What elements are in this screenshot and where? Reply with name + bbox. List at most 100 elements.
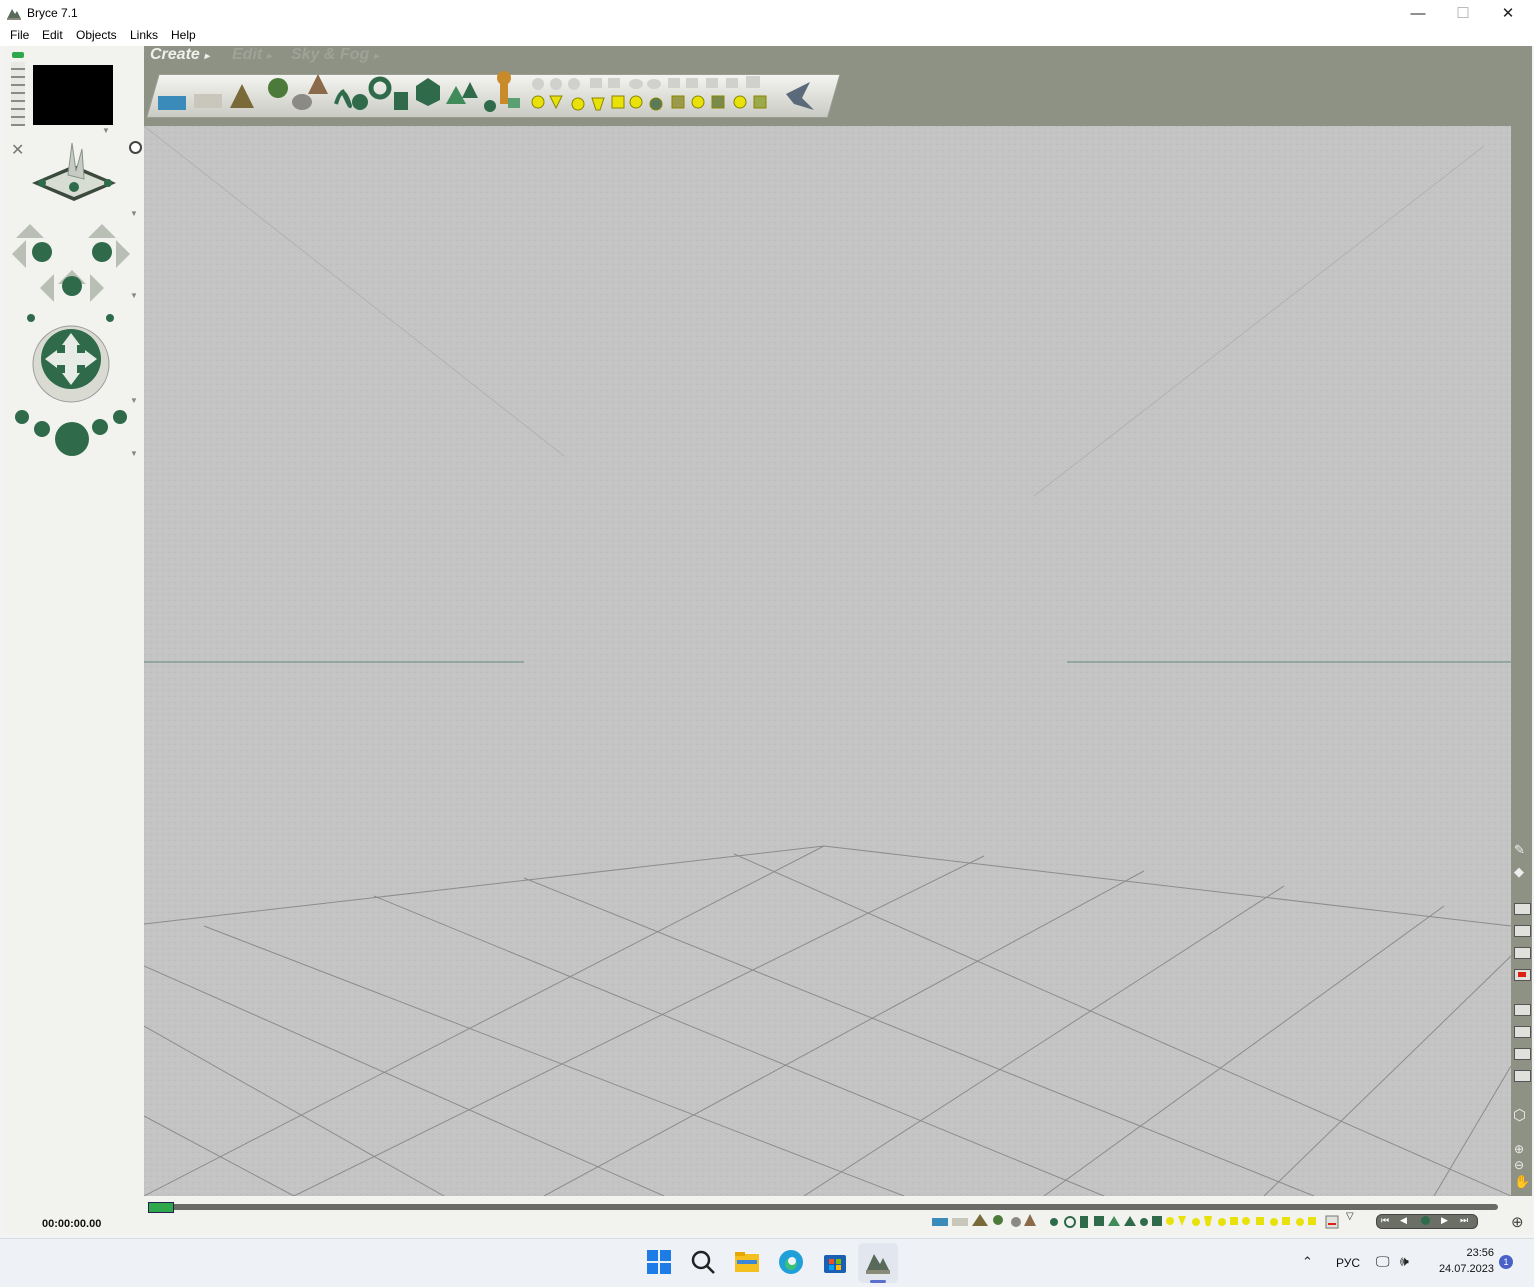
eraser-icon[interactable]: ◆ (1514, 864, 1524, 880)
language-indicator[interactable]: РУС (1336, 1256, 1360, 1270)
current-time: 00:00:00.00 (42, 1218, 102, 1230)
light-gel-icon[interactable] (691, 95, 705, 109)
search-icon[interactable] (689, 1248, 717, 1276)
chevron-right-icon: ▸ (204, 51, 210, 62)
chevron-down-icon[interactable]: ▼ (130, 449, 138, 458)
volume-icon[interactable]: 🕪 (1400, 1253, 1409, 1270)
camera-move-spheres-icon[interactable] (12, 405, 130, 467)
render-stop-icon[interactable] (1514, 969, 1531, 981)
wireframe-mode-icon[interactable] (1514, 925, 1531, 937)
radial-light-icon[interactable] (629, 95, 643, 109)
step-back-icon[interactable]: ◀ (1400, 1215, 1407, 1226)
water-plane-icon[interactable] (158, 96, 186, 110)
menu-objects[interactable]: Objects (76, 28, 117, 42)
metaball-icon[interactable] (334, 89, 352, 109)
timeline-scrubber[interactable] (150, 1204, 1498, 1210)
fast-forward-icon[interactable]: ⏭ (1460, 1215, 1468, 1226)
close-button[interactable]: ✕ (1485, 0, 1531, 26)
active-app-indicator (870, 1280, 886, 1283)
nano-preview-toggle[interactable] (12, 52, 24, 58)
render-mode-icon[interactable] (1514, 903, 1531, 915)
light-lattice-icon[interactable] (753, 95, 767, 109)
import-object-icon[interactable] (786, 82, 814, 110)
preview-mode-icon[interactable] (1514, 947, 1531, 959)
tab-edit[interactable]: Edit ▸ (232, 46, 272, 64)
store-icon[interactable] (821, 1248, 849, 1276)
disc-icon[interactable] (484, 100, 496, 112)
terrain-icon[interactable] (230, 84, 254, 108)
director-chair-icon[interactable]: ✕ (11, 140, 24, 160)
symmetrical-lattice-icon[interactable] (308, 74, 328, 94)
view-control-icon[interactable] (28, 135, 120, 215)
view-front-icon[interactable] (1514, 1048, 1531, 1060)
chevron-down-icon[interactable]: ▼ (130, 209, 138, 218)
chevron-down-icon[interactable]: ▼ (102, 126, 110, 135)
show-hidden-icons-icon[interactable]: ⌃ (1302, 1254, 1313, 1270)
edge-browser-icon[interactable] (777, 1248, 805, 1276)
menu-help[interactable]: Help (171, 28, 196, 42)
rewind-icon[interactable]: ⏮ (1381, 1215, 1389, 1226)
view-top-icon[interactable] (1514, 1004, 1531, 1016)
create-object-icons (158, 71, 814, 112)
nano-preview[interactable] (33, 65, 113, 125)
light-pattern-icon[interactable] (733, 95, 747, 109)
rock-icon[interactable] (292, 94, 312, 110)
title-bar (0, 0, 1534, 26)
record-keyframe-icon[interactable] (1421, 1216, 1430, 1225)
zoom-in-icon[interactable]: ⊕ (1514, 1142, 1524, 1156)
pencil-icon[interactable]: ✎ (1514, 842, 1525, 858)
zoom-out-icon[interactable]: ⊖ (1514, 1158, 1524, 1172)
3d-viewport[interactable] (144, 126, 1511, 1196)
menu-links[interactable]: Links (130, 28, 158, 42)
camera-cross-controls-icon[interactable] (10, 222, 134, 322)
chevron-down-icon[interactable]: ▼ (130, 291, 138, 300)
trackball-icon[interactable] (30, 323, 112, 405)
square-icon[interactable] (508, 98, 520, 108)
light-square-icon[interactable] (611, 95, 625, 109)
human-figure-icon[interactable] (497, 71, 511, 85)
mini-create-icons[interactable] (930, 1212, 1360, 1230)
cube-icon[interactable] (416, 78, 440, 106)
pyramid-icon[interactable] (446, 86, 466, 104)
chevron-down-icon[interactable]: ▽ (1346, 1211, 1354, 1222)
start-button-icon[interactable] (645, 1248, 673, 1276)
light-disc-icon[interactable] (649, 97, 663, 111)
light-bulb-icon[interactable] (571, 97, 585, 111)
file-explorer-icon[interactable] (733, 1248, 761, 1276)
menu-file[interactable]: File (10, 28, 29, 42)
preview-options-strip[interactable] (11, 62, 25, 126)
menu-bar (0, 26, 1534, 46)
network-icon[interactable]: 🖵 (1376, 1253, 1390, 1270)
cylinder-icon[interactable] (394, 92, 408, 110)
light-sphere-icon[interactable] (531, 95, 545, 109)
menu-edit[interactable]: Edit (42, 28, 63, 42)
window-title: Bryce 7.1 (27, 6, 78, 20)
tab-sky-fog[interactable]: Sky & Fog ▸ (291, 46, 379, 64)
light-cone-icon[interactable] (591, 97, 605, 111)
bryce-taskbar-icon (866, 1254, 890, 1274)
light-panel-icon[interactable] (671, 95, 685, 109)
chevron-down-icon[interactable]: ▼ (130, 396, 138, 405)
clock-date[interactable]: 24.07.2023 (1432, 1263, 1494, 1275)
cone-icon[interactable] (462, 82, 478, 98)
maximize-button[interactable]: ☐ (1440, 0, 1486, 26)
view-camera-icon[interactable] (1514, 1070, 1531, 1082)
tree-icon[interactable] (268, 78, 288, 98)
notification-badge[interactable]: 1 (1499, 1255, 1513, 1269)
bryce-app-icon (7, 9, 21, 20)
infinite-plane-icon[interactable] (194, 94, 222, 108)
cube-view-icon[interactable]: ⬡ (1513, 1106, 1526, 1124)
tab-create[interactable]: Create ▸ (150, 46, 209, 64)
spotlight-icon[interactable] (549, 95, 563, 110)
globe-icon[interactable]: ⊕ (1511, 1213, 1524, 1231)
light-grid-icon[interactable] (711, 95, 725, 109)
clock-time[interactable]: 23:56 (1432, 1247, 1494, 1259)
pan-hand-icon[interactable]: ✋ (1514, 1174, 1530, 1190)
play-icon[interactable]: ▶ (1441, 1215, 1448, 1226)
view-side-icon[interactable] (1514, 1026, 1531, 1038)
sphere-icon[interactable] (352, 94, 368, 110)
timeline-handle[interactable] (148, 1202, 174, 1213)
camera-target-icon[interactable] (129, 141, 142, 154)
torus-icon[interactable] (368, 76, 392, 100)
minimize-button[interactable]: — (1395, 0, 1441, 26)
